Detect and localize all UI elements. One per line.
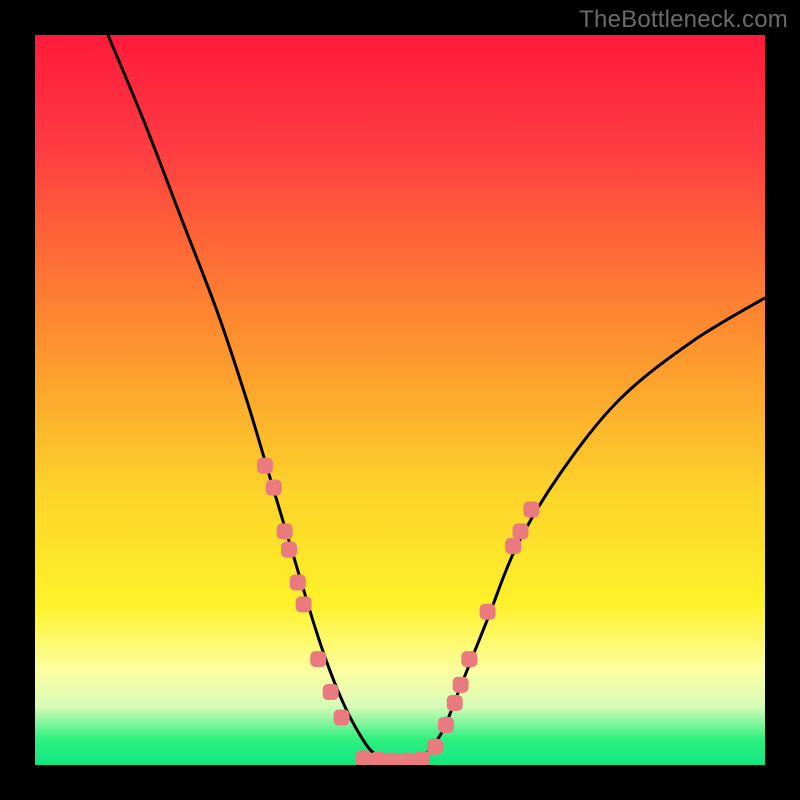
marker-point: [370, 752, 386, 765]
marker-point: [277, 523, 293, 539]
chart-svg: [35, 35, 765, 765]
bottleneck-curve: [108, 35, 765, 762]
marker-point: [438, 717, 454, 733]
marker-point: [385, 753, 401, 765]
marker-point: [334, 710, 350, 726]
marker-point: [257, 458, 273, 474]
marker-point: [266, 480, 282, 496]
marker-point: [453, 677, 469, 693]
curve-markers: [257, 458, 539, 765]
marker-point: [323, 684, 339, 700]
marker-point: [512, 523, 528, 539]
marker-point: [505, 538, 521, 554]
marker-point: [290, 575, 306, 591]
chart-frame: TheBottleneck.com: [0, 0, 800, 800]
marker-point: [356, 750, 372, 765]
marker-point: [461, 651, 477, 667]
marker-point: [447, 695, 463, 711]
marker-point: [281, 542, 297, 558]
marker-point: [414, 751, 430, 765]
marker-point: [296, 596, 312, 612]
marker-point: [427, 739, 443, 755]
marker-point: [523, 502, 539, 518]
marker-point: [310, 651, 326, 667]
plot-area: [35, 35, 765, 765]
marker-point: [480, 604, 496, 620]
watermark-text: TheBottleneck.com: [579, 6, 788, 34]
marker-point: [399, 753, 415, 765]
